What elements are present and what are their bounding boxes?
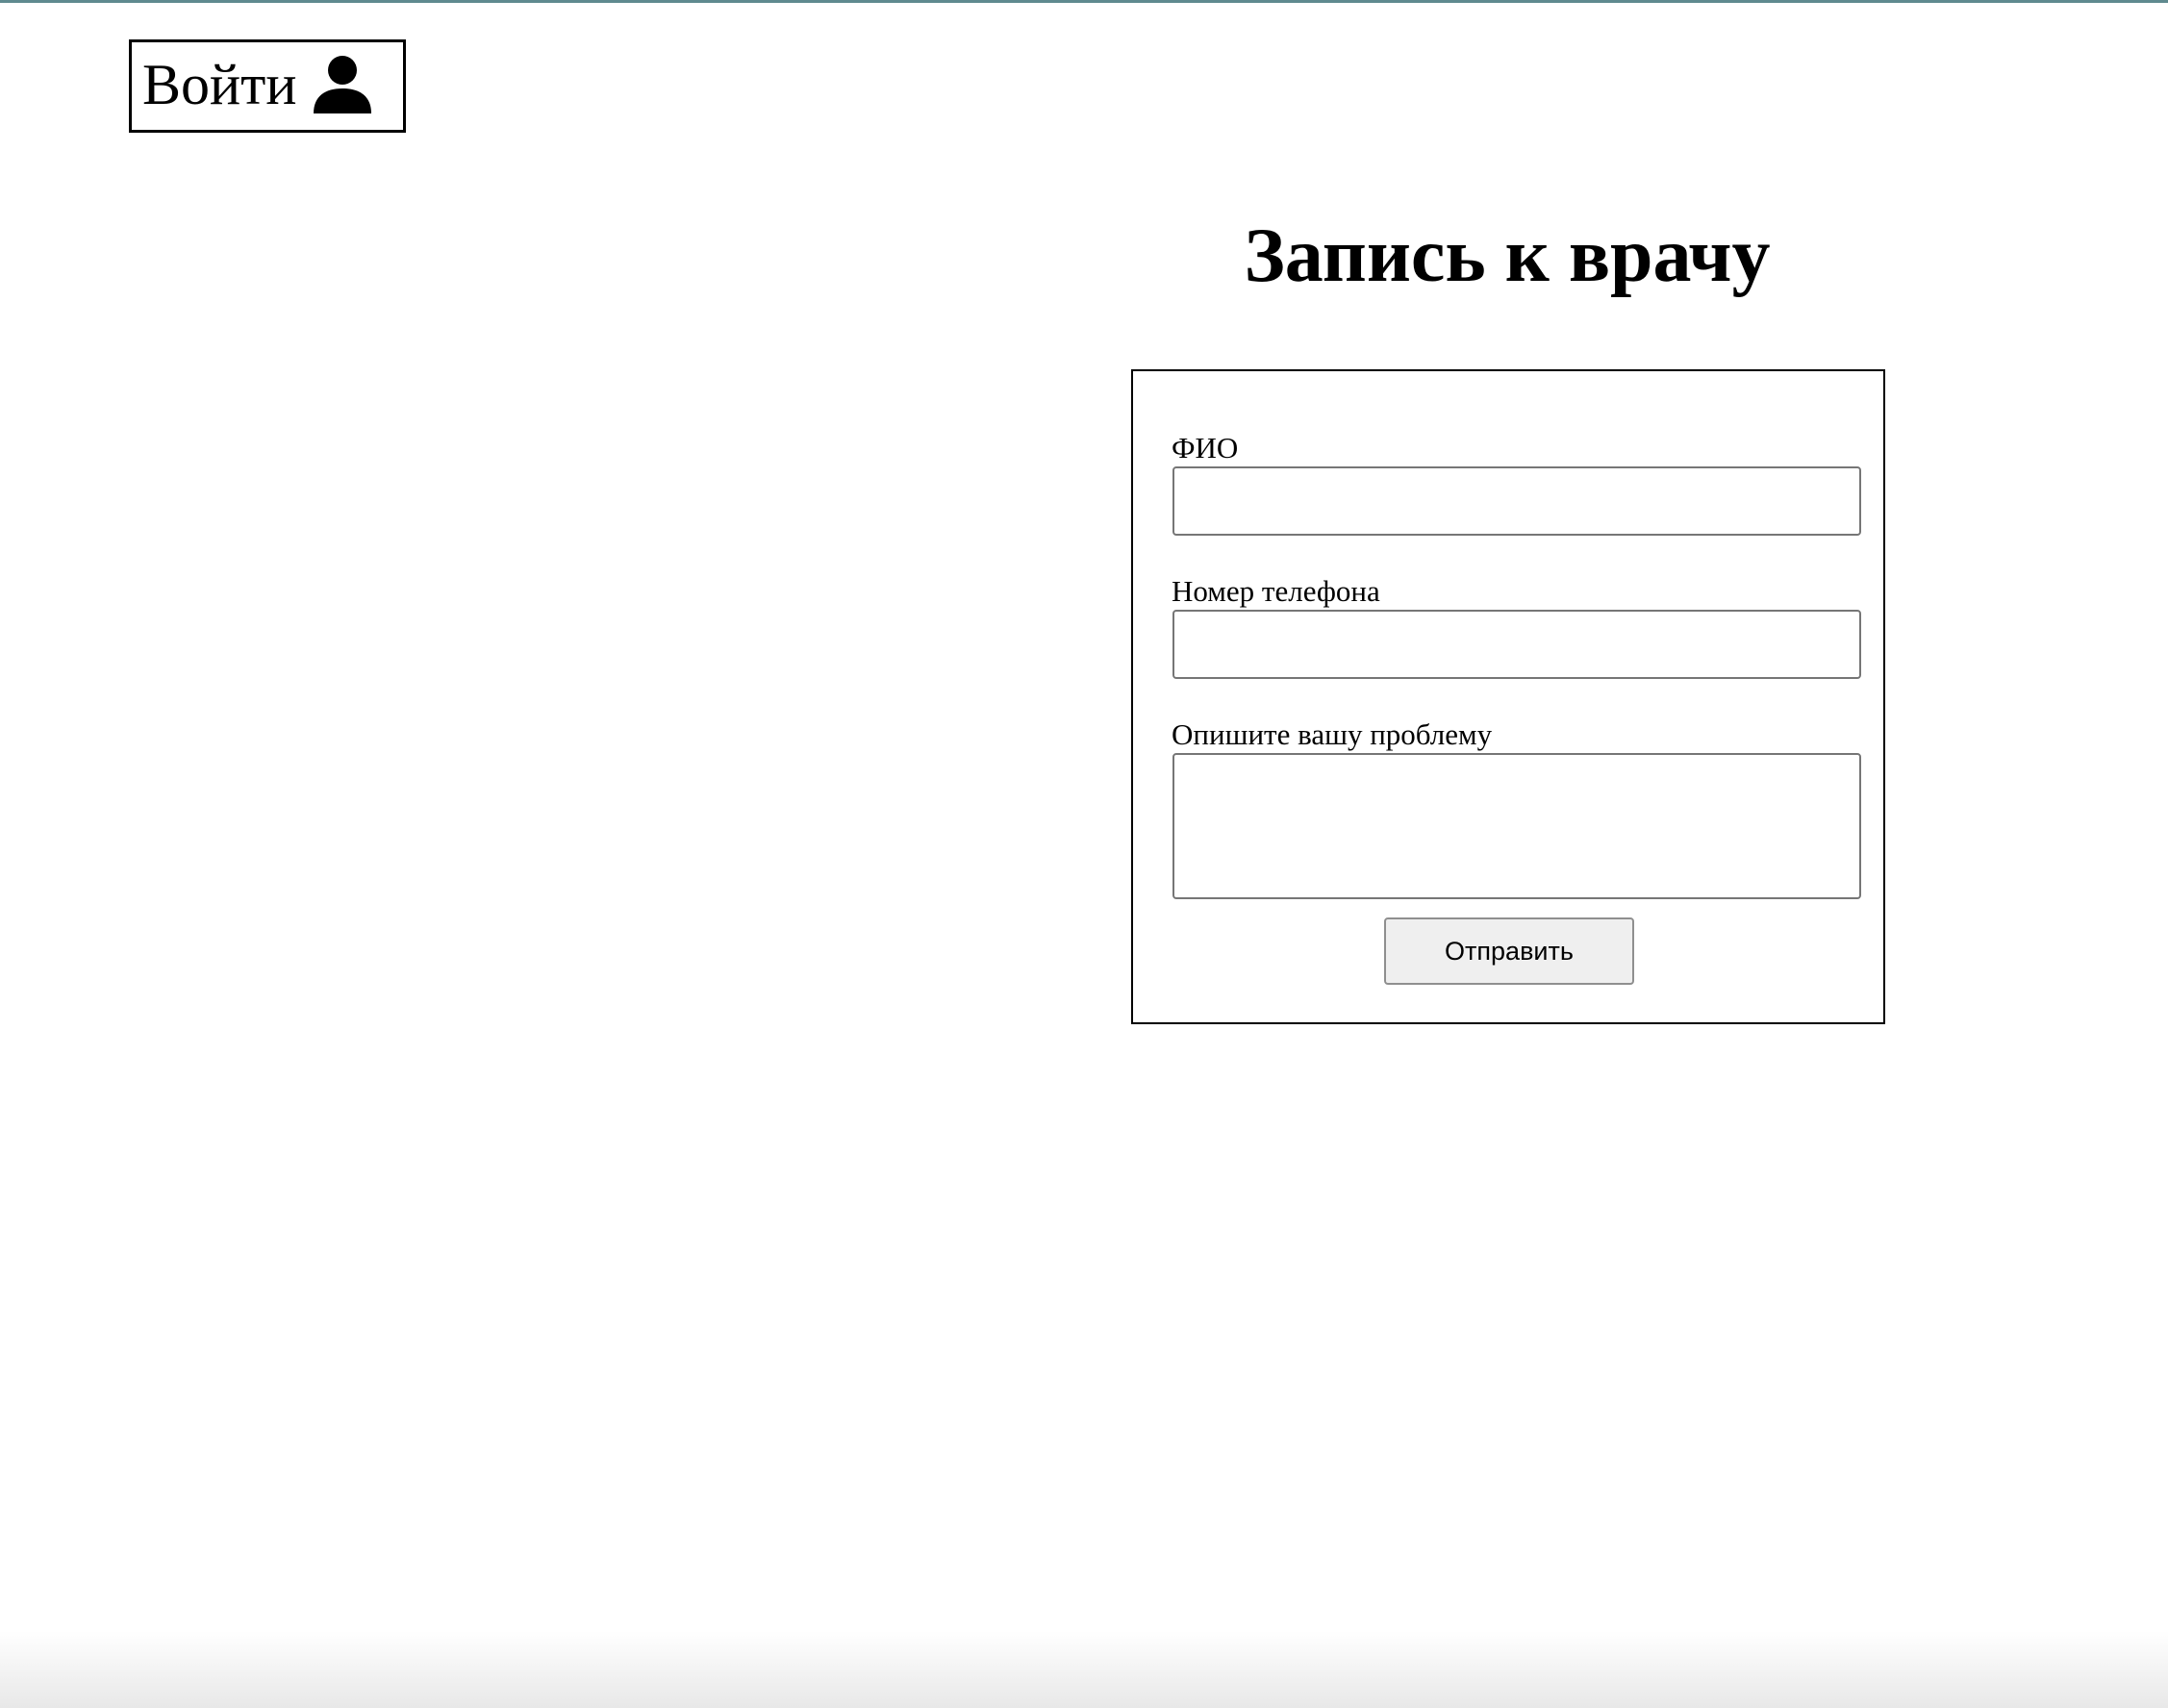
phone-input[interactable] [1172,610,1861,679]
appointment-form: ФИО Номер телефона Опишите вашу проблему… [1131,369,1885,1024]
page-title: Запись к врачу [1244,214,1771,298]
problem-label: Опишите вашу проблему [1172,717,1493,751]
login-button[interactable]: Войти [129,39,406,133]
fio-input[interactable] [1172,466,1861,536]
submit-button[interactable]: Отправить [1384,917,1634,985]
phone-label: Номер телефона [1172,574,1380,608]
bottom-shadow [0,1631,2168,1708]
problem-textarea[interactable] [1172,753,1861,899]
login-label: Войти [142,52,297,116]
user-icon [312,54,373,115]
top-accent-line [0,0,2168,3]
fio-label: ФИО [1172,431,1239,465]
